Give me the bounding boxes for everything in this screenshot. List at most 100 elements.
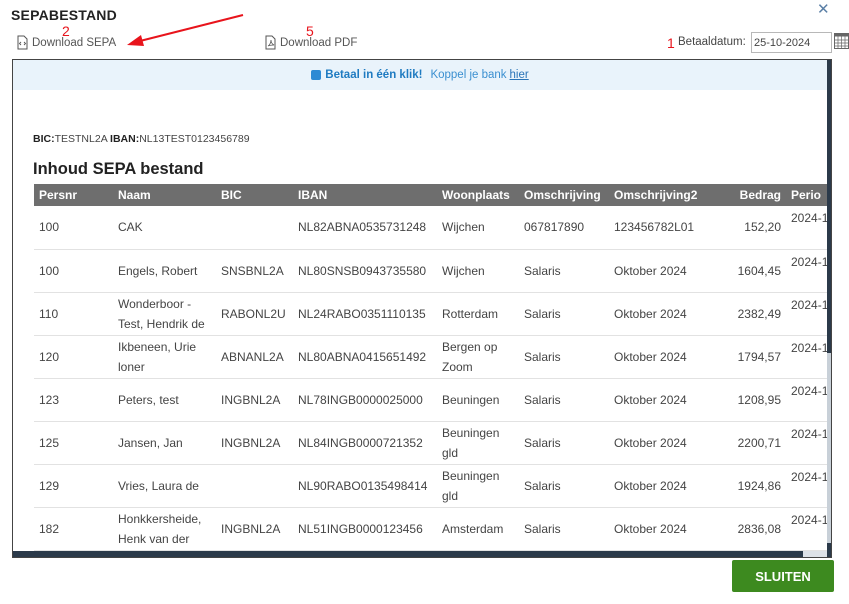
vertical-scrollbar[interactable] xyxy=(827,60,831,557)
column-header: Omschrijving xyxy=(519,184,609,206)
table-cell: 2382,49 xyxy=(719,292,786,336)
table-cell: Amsterdam xyxy=(437,507,519,551)
table-cell: Oktober 2024 xyxy=(609,249,719,293)
vertical-scrollbar-thumb[interactable] xyxy=(827,353,831,543)
bic-iban-line: BIC:TESTNL2A IBAN:NL13TEST0123456789 xyxy=(33,133,250,145)
close-icon[interactable]: ✕ xyxy=(817,2,830,18)
table-cell: INGBNL2A xyxy=(216,421,293,465)
iban-label: IBAN: xyxy=(110,133,140,145)
iban-value: NL13TEST0123456789 xyxy=(139,133,250,145)
annotation-number-2: 2 xyxy=(62,23,70,39)
bic-value: TESTNL2A xyxy=(54,133,108,145)
table-cell: Engels, Robert xyxy=(113,249,216,293)
table-row: 129 Vries, Laura de NL90RABO0135498414 Beun… xyxy=(34,464,831,508)
table-row: 110 Wonderboor - Test, Hendrik de RABONL2U… xyxy=(34,292,831,336)
table-cell: Oktober 2024 xyxy=(609,421,719,465)
table-cell: Beuningen gld xyxy=(437,421,519,465)
bank-icon xyxy=(311,70,322,80)
column-header: Perio xyxy=(786,184,831,206)
betaaldatum-input[interactable] xyxy=(751,32,832,53)
table-header-row: Persnr Naam BIC IBAN Woonplaats Omschrij… xyxy=(34,184,831,206)
table-cell: 125 xyxy=(34,421,113,465)
table-cell: 182 xyxy=(34,507,113,551)
table-cell: 2024-1 xyxy=(786,507,831,551)
banner-link[interactable]: hier xyxy=(510,69,529,81)
table-row: 123 Peters, test INGBNL2A NL78INGB000002500… xyxy=(34,378,831,422)
close-button[interactable]: SLUITEN xyxy=(732,560,834,592)
table-cell: Jansen, Jan xyxy=(113,421,216,465)
table-cell: Oktober 2024 xyxy=(609,507,719,551)
table-cell: 120 xyxy=(34,335,113,379)
table-cell: Beuningen xyxy=(437,378,519,422)
table-cell: Salaris xyxy=(519,292,609,336)
table-cell: Oktober 2024 xyxy=(609,464,719,508)
table-row: 125 Jansen, Jan INGBNL2A NL84INGB0000721352… xyxy=(34,421,831,465)
table-cell: 123 xyxy=(34,378,113,422)
table-cell: 1604,45 xyxy=(719,249,786,293)
table-cell: Oktober 2024 xyxy=(609,292,719,336)
horizontal-scrollbar[interactable] xyxy=(13,551,827,557)
table-cell: Salaris xyxy=(519,421,609,465)
table-cell: 2024-1 xyxy=(786,249,831,293)
table-cell: Salaris xyxy=(519,249,609,293)
table-cell: 2024-1 xyxy=(786,421,831,465)
table-row: 100 CAK NL82ABNA0535731248 Wijchen 067817890… xyxy=(34,206,831,250)
table-cell: Beuningen gld xyxy=(437,464,519,508)
table-cell: Salaris xyxy=(519,378,609,422)
annotation-arrow xyxy=(127,14,244,46)
table-cell: 100 xyxy=(34,249,113,293)
column-header: Persnr xyxy=(34,184,113,206)
table-cell: 100 xyxy=(34,206,113,250)
table-cell: Wonderboor - Test, Hendrik de xyxy=(113,292,216,336)
column-header: Bedrag xyxy=(719,184,786,206)
column-header: Omschrijving2 xyxy=(609,184,719,206)
table-cell: NL90RABO0135498414 xyxy=(293,464,437,508)
table-cell: Peters, test xyxy=(113,378,216,422)
table-cell: NL80SNSB0943735580 xyxy=(293,249,437,293)
pdf-file-icon xyxy=(265,35,276,50)
table-cell: 152,20 xyxy=(719,206,786,250)
column-header: Woonplaats xyxy=(437,184,519,206)
table-cell: 2024-1 xyxy=(786,464,831,508)
table-cell xyxy=(216,206,293,250)
table-cell: Oktober 2024 xyxy=(609,335,719,379)
bank-banner: Betaal in één klik! Koppel je bank hier xyxy=(13,60,827,90)
table-cell: NL51INGB0000123456 xyxy=(293,507,437,551)
table-cell: 2024-1 xyxy=(786,292,831,336)
table-cell: ABNANL2A xyxy=(216,335,293,379)
document-title: Inhoud SEPA bestand xyxy=(33,160,204,178)
betaaldatum-label: Betaaldatum: xyxy=(678,36,746,48)
table-cell: 110 xyxy=(34,292,113,336)
table-cell: 129 xyxy=(34,464,113,508)
table-cell: 2836,08 xyxy=(719,507,786,551)
table-cell: Ikbeneen, Urie loner xyxy=(113,335,216,379)
table-cell: INGBNL2A xyxy=(216,507,293,551)
table-cell: RABONL2U xyxy=(216,292,293,336)
table-cell: NL78INGB0000025000 xyxy=(293,378,437,422)
dialog-title: SEPABESTAND xyxy=(11,7,117,23)
table-cell: 2024-1 xyxy=(786,378,831,422)
xml-file-icon xyxy=(17,35,28,50)
sepa-table: Persnr Naam BIC IBAN Woonplaats Omschrij… xyxy=(34,184,831,551)
column-header: Naam xyxy=(113,184,216,206)
horizontal-scrollbar-thumb[interactable] xyxy=(13,551,803,557)
table-cell: 2200,71 xyxy=(719,421,786,465)
table-cell: 1924,86 xyxy=(719,464,786,508)
table-cell: 067817890 xyxy=(519,206,609,250)
table-row: 120 Ikbeneen, Urie loner ABNANL2A NL80ABNA0… xyxy=(34,335,831,379)
table-cell: Oktober 2024 xyxy=(609,378,719,422)
table-cell: Wijchen xyxy=(437,249,519,293)
table-cell: SNSBNL2A xyxy=(216,249,293,293)
table-cell xyxy=(216,464,293,508)
table-cell: Salaris xyxy=(519,464,609,508)
table-cell: CAK xyxy=(113,206,216,250)
table-cell: NL84INGB0000721352 xyxy=(293,421,437,465)
annotation-number-5: 5 xyxy=(306,23,314,39)
download-pdf-label: Download PDF xyxy=(280,36,358,49)
calendar-icon[interactable] xyxy=(834,32,849,49)
column-header: BIC xyxy=(216,184,293,206)
table-cell: NL82ABNA0535731248 xyxy=(293,206,437,250)
table-cell: NL80ABNA0415651492 xyxy=(293,335,437,379)
table-cell: Vries, Laura de xyxy=(113,464,216,508)
table-cell: 1208,95 xyxy=(719,378,786,422)
